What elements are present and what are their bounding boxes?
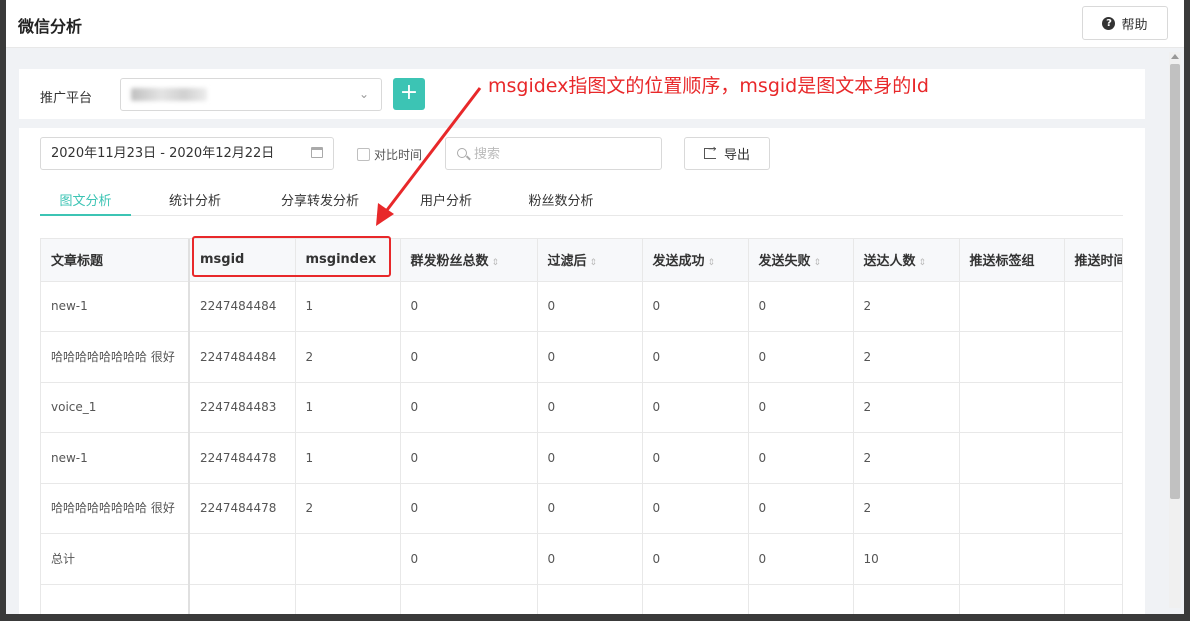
annotation-arrow-line xyxy=(382,87,482,215)
annotation-text: msgidex指图文的位置顺序，msgid是图文本身的Id xyxy=(488,75,929,97)
app-window: 微信分析 ? 帮助 推广平台 ⌄ + 2020年11月23日 - 2020年12… xyxy=(6,0,1184,614)
